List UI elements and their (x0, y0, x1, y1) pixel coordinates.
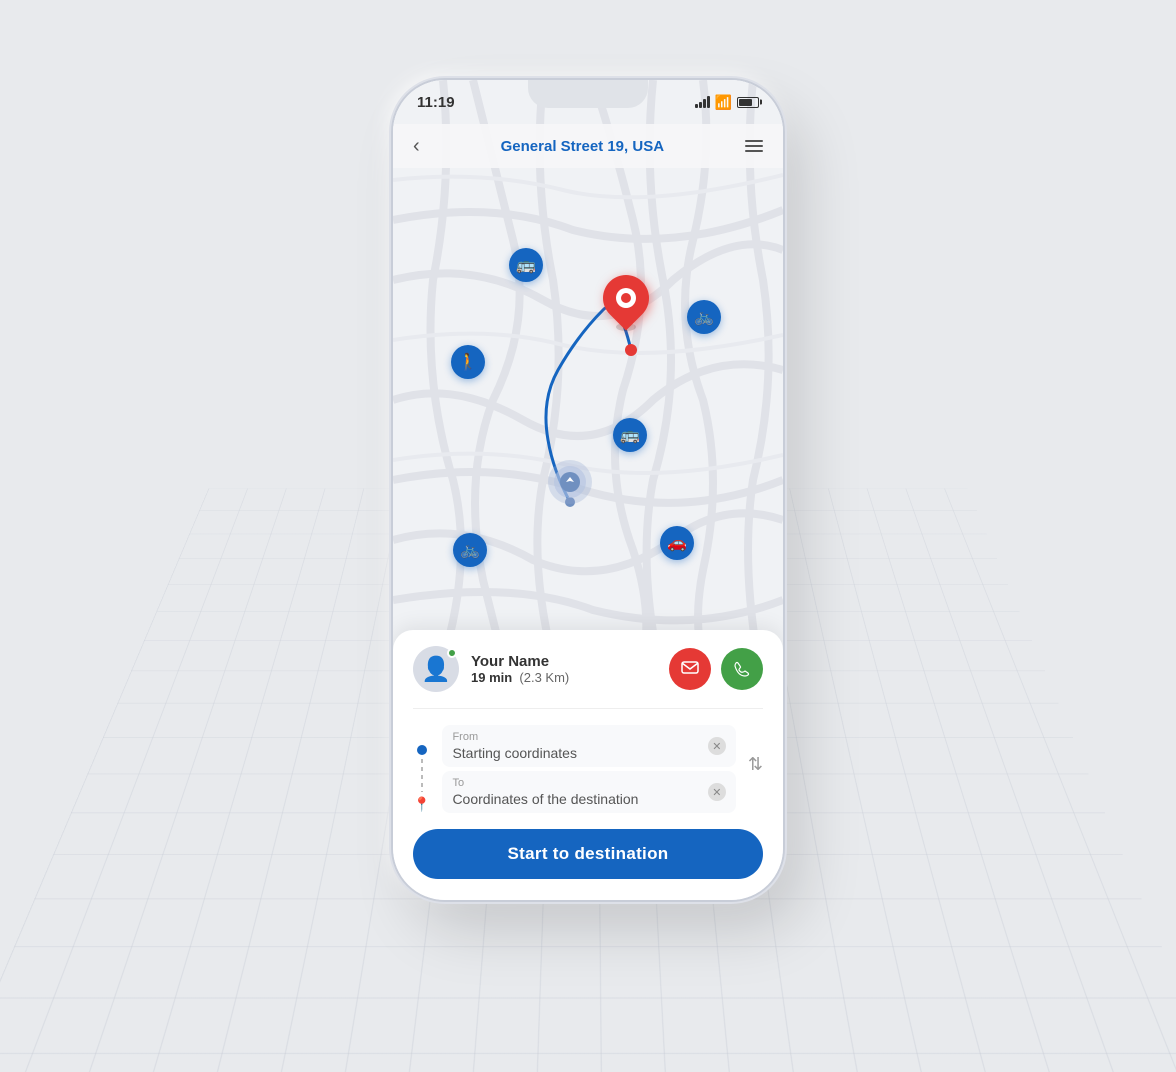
route-end-pin: 📍 (413, 796, 430, 813)
menu-button[interactable] (745, 140, 763, 152)
to-label: To (452, 777, 725, 789)
wifi-icon: 📶 (715, 94, 732, 111)
status-icons: 📶 (695, 94, 759, 111)
nav-bar: ‹ General Street 19, USA (393, 124, 783, 168)
route-fields: 📍 From Starting coordinates ✕ To Coordin… (413, 725, 763, 813)
start-button[interactable]: Start to destination (413, 829, 763, 879)
route-line-indicator: 📍 (413, 725, 430, 813)
to-value: Coordinates of the destination (452, 791, 725, 807)
eta-time: 19 min (471, 670, 512, 685)
status-time: 11:19 (417, 94, 455, 111)
current-location-marker (548, 460, 592, 504)
route-start-dot (417, 745, 427, 755)
message-button[interactable] (669, 648, 711, 690)
phone-screen: 🚌 🚶 🚲 🚌 🚗 🚲 (393, 80, 783, 900)
driver-actions (669, 648, 763, 690)
call-button[interactable] (721, 648, 763, 690)
from-clear-button[interactable]: ✕ (708, 737, 726, 755)
avatar-icon: 👤 (421, 655, 451, 684)
route-dashed-line (421, 759, 423, 792)
signal-icon (695, 96, 710, 108)
destination-pin-dot (621, 293, 631, 303)
eta-distance: (2.3 Km) (519, 670, 569, 685)
notch (528, 80, 648, 108)
from-field[interactable]: From Starting coordinates ✕ (442, 725, 735, 767)
map-icon-bus1: 🚌 (509, 248, 543, 282)
destination-pin (603, 275, 649, 331)
driver-eta: 19 min (2.3 Km) (471, 670, 657, 685)
driver-row: 👤 Your Name 19 min (2.3 Km) (413, 646, 763, 709)
phone-shell: 🚌 🚶 🚲 🚌 🚗 🚲 (393, 80, 783, 900)
map-icon-bus2: 🚌 (613, 418, 647, 452)
driver-avatar: 👤 (413, 646, 459, 692)
destination-pin-head (593, 265, 658, 330)
destination-pin-inner (616, 288, 636, 308)
swap-button[interactable]: ⇅ (748, 725, 763, 813)
location-marker-dot (560, 472, 580, 492)
from-value: Starting coordinates (452, 745, 725, 761)
swap-icon: ⇅ (748, 754, 763, 775)
status-bar: 11:19 📶 (393, 80, 783, 124)
online-indicator (447, 648, 457, 658)
from-label: From (452, 731, 725, 743)
battery-fill (739, 99, 752, 106)
map-icon-bike2: 🚲 (453, 533, 487, 567)
back-button[interactable]: ‹ (413, 135, 420, 158)
to-clear-button[interactable]: ✕ (708, 783, 726, 801)
bottom-panel: 👤 Your Name 19 min (2.3 Km) (393, 630, 783, 900)
location-marker-ring (554, 466, 586, 498)
route-inputs: From Starting coordinates ✕ To Coordinat… (442, 725, 735, 813)
battery-icon (737, 97, 759, 108)
map-icon-bike1: 🚲 (687, 300, 721, 334)
driver-info: Your Name 19 min (2.3 Km) (471, 653, 657, 685)
map-icon-car: 🚗 (660, 526, 694, 560)
map-icon-walk: 🚶 (451, 345, 485, 379)
driver-name: Your Name (471, 653, 657, 670)
to-field[interactable]: To Coordinates of the destination ✕ (442, 771, 735, 813)
nav-title: General Street 19, USA (501, 138, 664, 155)
